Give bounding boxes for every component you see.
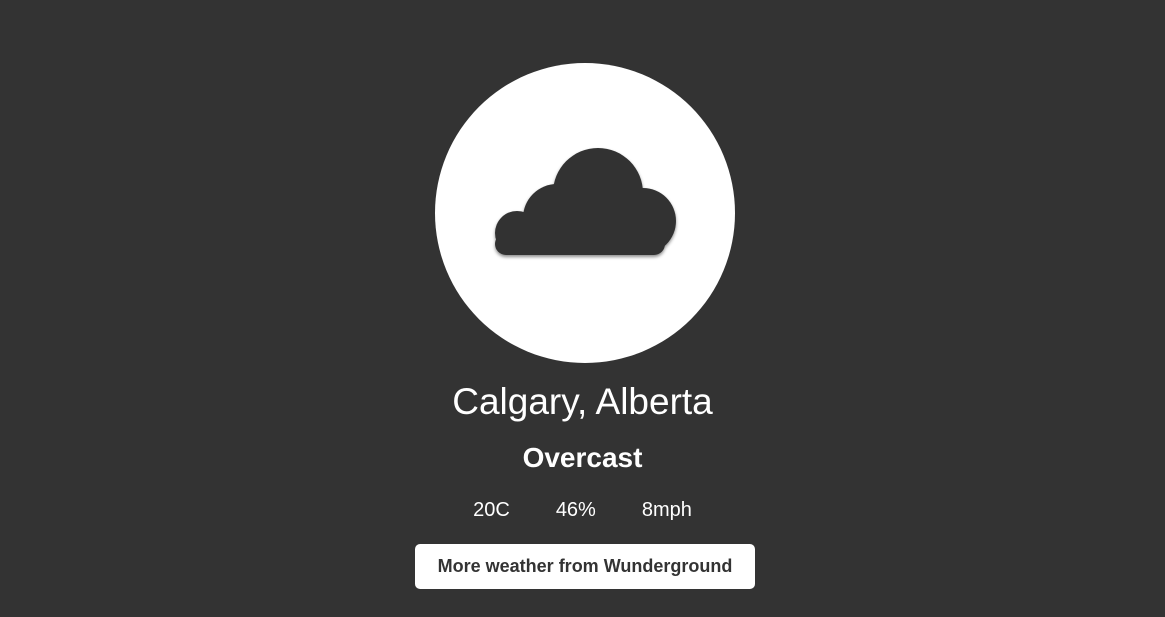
more-weather-button[interactable]: More weather from Wunderground	[415, 544, 755, 589]
wind-value: 8mph	[641, 499, 692, 521]
cloud-icon	[495, 148, 676, 255]
temperature-value: 20C	[473, 499, 510, 521]
humidity-value: 46%	[555, 499, 596, 521]
location-title: Calgary, Alberta	[452, 381, 713, 422]
weather-condition: Overcast	[522, 442, 643, 473]
weather-widget: Calgary, Alberta Overcast 20C 46% 8mph M…	[0, 0, 1165, 617]
weather-icon-circle	[435, 63, 735, 363]
weather-stats: 20C 46% 8mph	[0, 497, 1165, 523]
